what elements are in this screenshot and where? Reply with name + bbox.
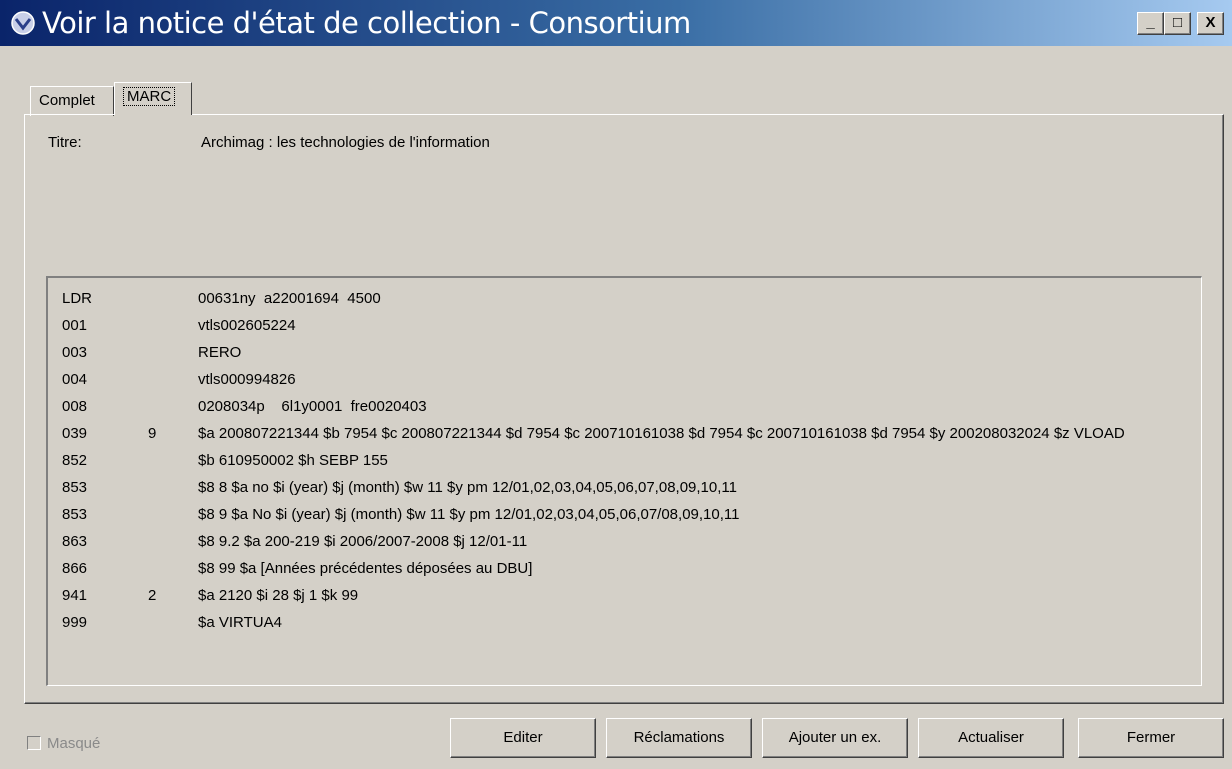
marc-field-row: 853 $8 8 $a no $i (year) $j (month) $w 1… — [48, 477, 1201, 499]
marc-indicator — [148, 342, 198, 364]
editer-button[interactable]: Editer — [450, 718, 596, 758]
tab-marc-label: MARC — [123, 87, 176, 106]
title-bar: Voir la notice d'état de collection - Co… — [0, 0, 1232, 46]
marc-indicator — [148, 369, 198, 391]
marc-value: $8 9 $a No $i (year) $j (month) $w 11 $y… — [198, 506, 740, 523]
marc-indicator — [148, 558, 198, 580]
marc-indicator — [148, 288, 198, 310]
marc-value: $b 610950002 $h SEBP 155 — [198, 452, 388, 469]
tab-marc[interactable]: MARC — [114, 82, 192, 115]
title-value: Archimag : les technologies de l'informa… — [201, 134, 490, 151]
marc-field-row: 853 $8 9 $a No $i (year) $j (month) $w 1… — [48, 504, 1201, 526]
marc-tag: 866 — [62, 560, 88, 577]
marc-indicator — [148, 477, 198, 499]
marc-tag: LDR — [62, 290, 93, 307]
marc-value: vtls002605224 — [198, 317, 296, 334]
marc-indicator — [148, 315, 198, 337]
marc-indicator — [148, 450, 198, 472]
marc-field-row: 866 $8 99 $a [Années précédentes déposée… — [48, 558, 1201, 580]
marc-value: 00631ny a22001694 4500 — [198, 290, 381, 307]
marc-value: RERO — [198, 344, 242, 361]
marc-field-row: 001 vtls002605224 — [48, 315, 1201, 337]
masque-checkbox[interactable] — [27, 736, 41, 750]
marc-tag: 863 — [62, 533, 88, 550]
marc-tag: 853 — [62, 479, 88, 496]
marc-field-row: 999 $a VIRTUA4 — [48, 612, 1201, 634]
marc-record-list[interactable]: LDR 00631ny a22001694 4500 001 vtls00260… — [46, 276, 1202, 686]
marc-tag: 941 — [62, 587, 88, 604]
marc-field-row: 941 2 $a 2120 $i 28 $j 1 $k 99 — [48, 585, 1201, 607]
marc-field-row: LDR 00631ny a22001694 4500 — [48, 288, 1201, 310]
maximize-button[interactable]: □ — [1164, 12, 1191, 35]
tab-complet[interactable]: Complet — [30, 86, 114, 116]
marc-field-row: 003 RERO — [48, 342, 1201, 364]
marc-tag: 008 — [62, 398, 88, 415]
marc-tag: 003 — [62, 344, 88, 361]
marc-indicator: 9 — [148, 425, 157, 442]
ajouter-exemplaire-button[interactable]: Ajouter un ex. — [762, 718, 908, 758]
marc-field-row: 008 0208034p 6l1y0001 fre0020403 — [48, 396, 1201, 418]
masque-label: Masqué — [47, 735, 101, 752]
marc-tag: 853 — [62, 506, 88, 523]
tab-complet-label: Complet — [39, 92, 95, 109]
marc-indicator — [148, 504, 198, 526]
marc-tag: 001 — [62, 317, 88, 334]
marc-field-row: 004 vtls000994826 — [48, 369, 1201, 391]
close-button[interactable]: X — [1197, 12, 1224, 35]
marc-tag: 039 — [62, 425, 88, 442]
marc-field-row: 863 $8 9.2 $a 200-219 $i 2006/2007-2008 … — [48, 531, 1201, 553]
fermer-button[interactable]: Fermer — [1078, 718, 1224, 758]
marc-indicator: 2 — [148, 587, 157, 604]
marc-tag: 852 — [62, 452, 88, 469]
marc-tag: 999 — [62, 614, 88, 631]
app-shield-icon — [11, 11, 35, 35]
marc-value: $8 9.2 $a 200-219 $i 2006/2007-2008 $j 1… — [198, 533, 528, 550]
marc-value: $a 200807221344 $b 7954 $c 200807221344 … — [198, 425, 1125, 442]
marc-indicator — [148, 612, 198, 634]
marc-value: 0208034p 6l1y0001 fre0020403 — [198, 398, 427, 415]
marc-tag: 004 — [62, 371, 88, 388]
window-title: Voir la notice d'état de collection - Co… — [42, 6, 691, 40]
marc-indicator — [148, 396, 198, 418]
reclamations-button[interactable]: Réclamations — [606, 718, 752, 758]
marc-value: $a VIRTUA4 — [198, 614, 282, 631]
marc-field-row: 852 $b 610950002 $h SEBP 155 — [48, 450, 1201, 472]
marc-indicator — [148, 531, 198, 553]
marc-value: $a 2120 $i 28 $j 1 $k 99 — [198, 587, 359, 604]
marc-value: $8 8 $a no $i (year) $j (month) $w 11 $y… — [198, 479, 737, 496]
title-label: Titre: — [48, 134, 82, 151]
marc-field-row: 039 9 $a 200807221344 $b 7954 $c 2008072… — [48, 423, 1201, 445]
marc-value: $8 99 $a [Années précédentes déposées au… — [198, 560, 533, 577]
actualiser-button[interactable]: Actualiser — [918, 718, 1064, 758]
minimize-button[interactable]: _ — [1137, 12, 1164, 35]
marc-value: vtls000994826 — [198, 371, 296, 388]
